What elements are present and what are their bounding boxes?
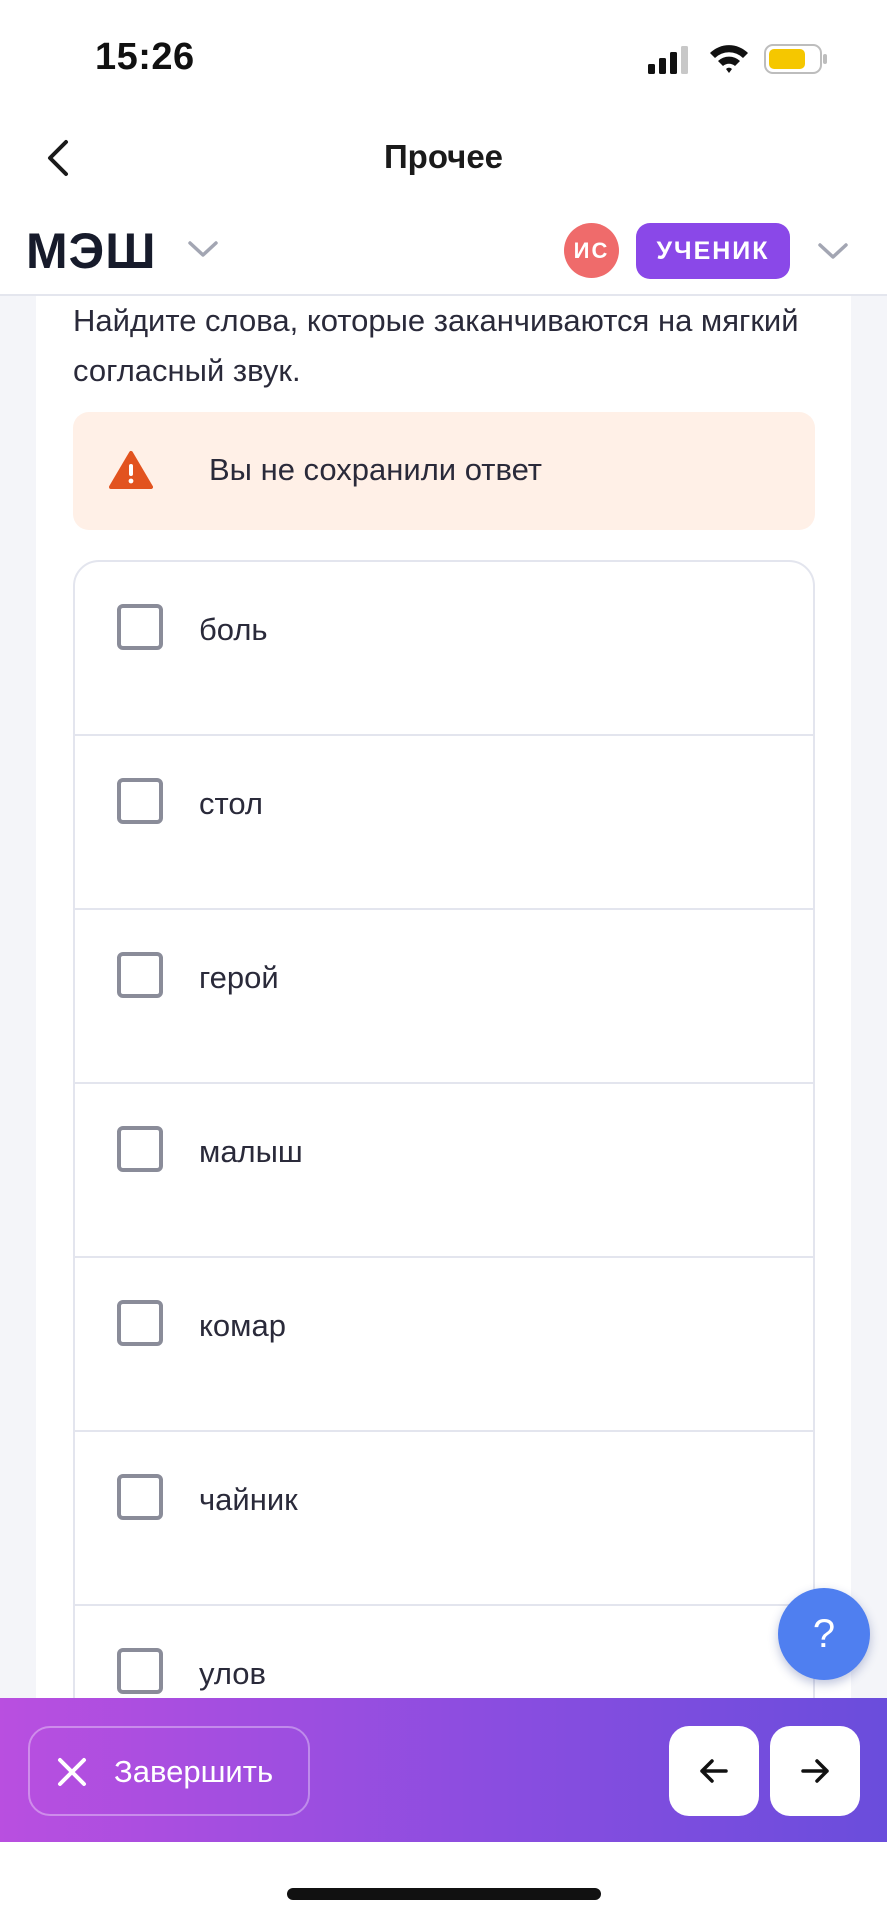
cellular-signal-icon xyxy=(648,46,688,74)
content-area: Найдите слова, которые заканчиваются на … xyxy=(0,296,887,1698)
option-label: чайник xyxy=(199,1482,298,1517)
next-button[interactable] xyxy=(770,1726,860,1816)
option-2[interactable]: стол xyxy=(75,736,813,910)
option-label: боль xyxy=(199,612,268,647)
role-badge[interactable]: УЧЕНИК xyxy=(636,223,790,279)
nav-bar: Прочее xyxy=(0,118,887,198)
status-bar: 15:26 xyxy=(0,0,887,118)
arrow-left-icon xyxy=(700,1759,728,1783)
option-label: стол xyxy=(199,786,263,821)
answer-options: боль стол герой малыш комар чайник улов xyxy=(73,560,815,1698)
option-3[interactable]: герой xyxy=(75,910,813,1084)
option-label: малыш xyxy=(199,1134,303,1169)
finish-button[interactable]: Завершить xyxy=(28,1726,310,1816)
option-label: герой xyxy=(199,960,279,995)
checkbox[interactable] xyxy=(117,1126,163,1172)
unsaved-alert: Вы не сохранили ответ xyxy=(73,412,815,530)
question-text: Найдите слова, которые заканчиваются на … xyxy=(73,303,799,388)
mesh-logo[interactable]: МЭШ xyxy=(26,222,156,280)
prev-button[interactable] xyxy=(669,1726,759,1816)
chevron-down-icon[interactable] xyxy=(186,238,220,260)
home-indicator-zone xyxy=(0,1842,887,1920)
finish-label: Завершить xyxy=(114,1754,274,1789)
help-button[interactable]: ? xyxy=(778,1588,870,1680)
status-time: 15:26 xyxy=(95,36,195,78)
option-4[interactable]: малыш xyxy=(75,1084,813,1258)
warning-icon xyxy=(109,451,153,489)
close-icon xyxy=(58,1758,86,1786)
checkbox[interactable] xyxy=(117,952,163,998)
arrow-right-icon xyxy=(801,1759,829,1783)
option-7[interactable]: улов xyxy=(75,1606,813,1698)
brand-bar: МЭШ ИС УЧЕНИК xyxy=(0,198,887,296)
wifi-icon xyxy=(710,45,748,73)
avatar[interactable]: ИС xyxy=(564,223,619,278)
checkbox[interactable] xyxy=(117,1474,163,1520)
option-6[interactable]: чайник xyxy=(75,1432,813,1606)
question-card: Найдите слова, которые заканчиваются на … xyxy=(36,296,851,1698)
page: 15:26 Прочее МЭШ ИС УЧЕНИК Найдите слова… xyxy=(0,0,887,1920)
checkbox[interactable] xyxy=(117,778,163,824)
page-title: Прочее xyxy=(383,138,504,175)
option-label: комар xyxy=(199,1308,286,1343)
checkbox[interactable] xyxy=(117,1648,163,1694)
chevron-down-icon[interactable] xyxy=(816,240,850,262)
option-5[interactable]: комар xyxy=(75,1258,813,1432)
option-1[interactable]: боль xyxy=(75,562,813,736)
checkbox[interactable] xyxy=(117,1300,163,1346)
checkbox[interactable] xyxy=(117,604,163,650)
home-indicator[interactable] xyxy=(287,1888,601,1900)
option-label: улов xyxy=(199,1656,266,1691)
bottom-action-bar: Завершить xyxy=(0,1698,887,1842)
alert-text: Вы не сохранили ответ xyxy=(209,452,543,487)
battery-icon xyxy=(764,44,827,74)
